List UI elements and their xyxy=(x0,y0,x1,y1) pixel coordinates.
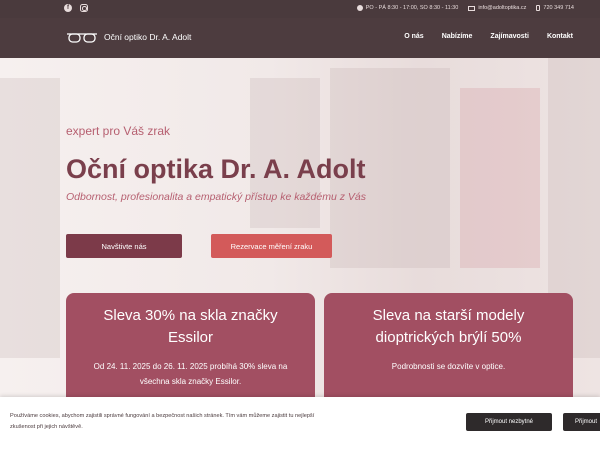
mail-icon xyxy=(468,5,476,11)
visit-us-button[interactable]: Navštivte nás xyxy=(66,234,182,258)
background-shelf xyxy=(0,78,60,358)
nav-item-nabizime[interactable]: Nabízíme xyxy=(442,33,473,40)
contact-info: PO - PÁ 8:30 - 17:00, SO 8:30 - 11:30 in… xyxy=(356,5,574,11)
promo-card-title: Sleva na starší modely dioptrických brýl… xyxy=(372,307,525,346)
logo-title: Oční optiko Dr. A. Adolt xyxy=(104,32,192,42)
phone-text[interactable]: 720 349 714 xyxy=(543,5,574,11)
nav-menu: O nás Nabízíme Zajímavosti Kontakt xyxy=(404,33,573,40)
opening-hours: PO - PÁ 8:30 - 17:00, SO 8:30 - 11:30 xyxy=(356,5,459,11)
instagram-icon[interactable] xyxy=(80,4,88,12)
site-logo[interactable]: Oční optiko Dr. A. Adolt xyxy=(66,30,191,44)
facebook-icon[interactable]: f xyxy=(64,4,72,12)
cookie-banner: Používáme cookies, abychom zajistili spr… xyxy=(0,397,600,450)
accept-all-button[interactable]: Přijmout xyxy=(563,413,600,431)
promo-card-text: Od 24. 11. 2025 do 26. 11. 2025 probíhá … xyxy=(93,362,288,386)
opening-hours-text: PO - PÁ 8:30 - 17:00, SO 8:30 - 11:30 xyxy=(365,5,459,11)
phone-link[interactable]: 720 349 714 xyxy=(536,5,574,11)
top-info-bar: f PO - PÁ 8:30 - 17:00, SO 8:30 - 11:30 … xyxy=(0,0,600,18)
background-shelf xyxy=(460,88,540,268)
promo-card-text: Podrobnosti se dozvíte v optice. xyxy=(391,362,506,371)
reserve-eye-exam-button[interactable]: Rezervace měření zraku xyxy=(211,234,332,258)
accept-necessary-button[interactable]: Přijmout nezbytné xyxy=(466,413,552,431)
hero-section: expert pro Váš zrak Oční optika Dr. A. A… xyxy=(0,58,600,450)
email-text[interactable]: info@adoltoptika.cz xyxy=(478,5,526,11)
background-shelf xyxy=(250,78,320,228)
clock-icon xyxy=(356,5,363,11)
main-nav: Oční optiko Dr. A. Adolt O nás Nabízíme … xyxy=(0,18,600,58)
cookie-text: Používáme cookies, abychom zajistili spr… xyxy=(10,413,315,430)
phone-icon xyxy=(536,5,541,11)
hero-title: Oční optika Dr. A. Adolt xyxy=(66,154,366,184)
social-links: f xyxy=(64,4,88,12)
nav-item-kontakt[interactable]: Kontakt xyxy=(547,33,573,40)
hero-subtitle: Odbornost, profesionalita a empatický př… xyxy=(66,191,366,203)
hero-tagline: expert pro Váš zrak xyxy=(66,124,171,138)
glasses-icon xyxy=(67,33,97,43)
nav-item-zajimavosti[interactable]: Zajímavosti xyxy=(490,33,529,40)
nav-item-o-nas[interactable]: O nás xyxy=(404,33,423,40)
email-link[interactable]: info@adoltoptika.cz xyxy=(468,5,526,11)
promo-card-title: Sleva 30% na skla značky Essilor xyxy=(103,307,278,346)
